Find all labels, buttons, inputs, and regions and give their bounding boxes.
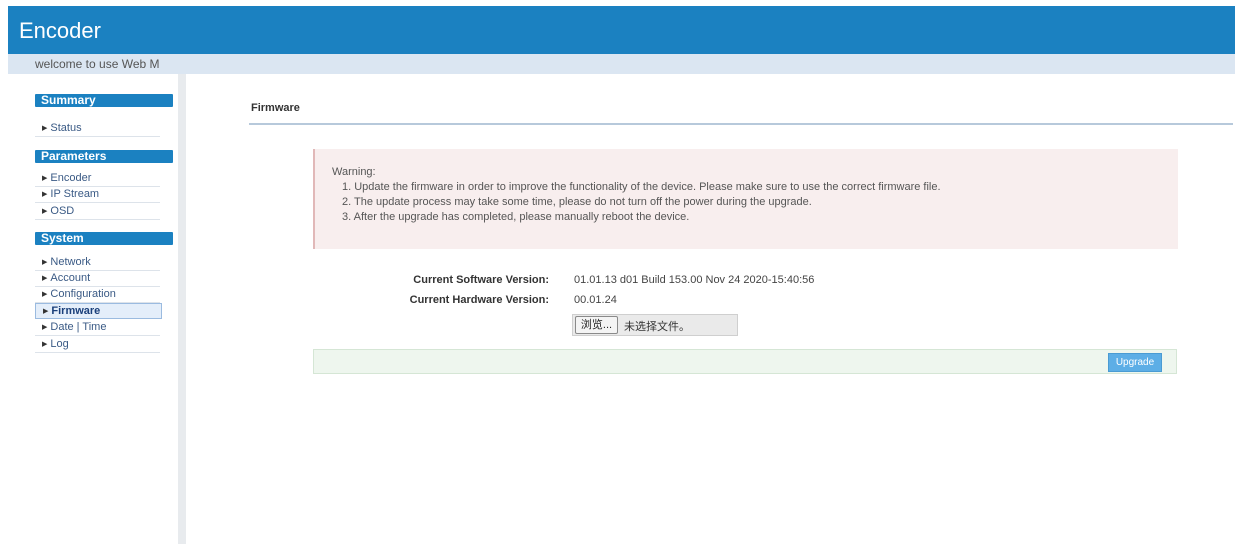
section-system: System	[35, 232, 173, 245]
warning-line-2: 2. The update process may take some time…	[342, 196, 812, 208]
sidebar-item-account[interactable]: ▶ Account	[35, 271, 160, 287]
sidebar-item-label: Firmware	[51, 305, 101, 317]
triangle-right-icon: ▶	[42, 259, 48, 266]
header: Encoder	[8, 6, 1235, 54]
sidebar-item-label: Encoder	[50, 172, 92, 184]
sidebar-item-osd[interactable]: ▶ OSD	[35, 204, 160, 220]
hardware-version-value: 00.01.24	[574, 294, 617, 306]
sidebar-item-encoder[interactable]: ▶ Encoder	[35, 171, 160, 187]
warning-box: Warning: 1. Update the firmware in order…	[313, 149, 1178, 249]
triangle-right-icon: ▶	[42, 291, 48, 298]
warning-line-1: 1. Update the firmware in order to impro…	[342, 181, 941, 193]
triangle-right-icon: ▶	[42, 208, 48, 215]
sidebar-item-label: Status	[50, 122, 82, 134]
page-title: Firmware	[251, 102, 300, 114]
sidebar-item-network[interactable]: ▶ Network	[35, 255, 160, 271]
warning-title: Warning:	[332, 166, 376, 178]
sidebar-item-label: IP Stream	[50, 188, 100, 200]
triangle-right-icon: ▶	[42, 324, 48, 331]
sidebar-item-date-time[interactable]: ▶ Date | Time	[35, 320, 160, 336]
triangle-right-icon: ▶	[42, 175, 48, 182]
software-version-value: 01.01.13 d01 Build 153.00 Nov 24 2020-15…	[574, 274, 815, 286]
app-title: Encoder	[19, 18, 101, 43]
file-status-text: 未选择文件。	[624, 321, 690, 333]
sidebar-item-label: Configuration	[50, 288, 116, 300]
sidebar-item-label: OSD	[50, 205, 75, 217]
firmware-file-input[interactable]: 浏览... 未选择文件。	[572, 314, 738, 336]
welcome-text: welcome to use Web M	[35, 57, 160, 71]
sidebar-item-status[interactable]: ▶ Status	[35, 121, 160, 137]
sidebar-item-configuration[interactable]: ▶ Configuration	[35, 287, 160, 303]
section-summary: Summary	[35, 94, 173, 107]
software-version-label: Current Software Version:	[413, 274, 549, 286]
sidebar-item-ip-stream[interactable]: ▶ IP Stream	[35, 187, 160, 203]
upgrade-button[interactable]: Upgrade	[1108, 353, 1162, 372]
warning-line-3: 3. After the upgrade has completed, plea…	[342, 211, 690, 223]
triangle-right-icon: ▶	[42, 125, 48, 132]
sidebar-item-label: Log	[50, 338, 69, 350]
section-parameters: Parameters	[35, 150, 173, 163]
browse-button[interactable]: 浏览...	[575, 316, 618, 334]
sidebar: Summary ▶ Status Parameters ▶ Encoder ▶ IP …	[8, 74, 186, 544]
sidebar-item-log[interactable]: ▶ Log	[35, 337, 160, 353]
sidebar-item-label: Network	[50, 256, 91, 268]
triangle-right-icon: ▶	[42, 341, 48, 348]
triangle-right-icon: ▶	[42, 275, 48, 282]
sidebar-item-label: Date | Time	[50, 321, 107, 333]
hardware-version-label: Current Hardware Version:	[409, 294, 549, 306]
triangle-right-icon: ▶	[42, 191, 48, 198]
sidebar-item-firmware[interactable]: ▶ Firmware	[35, 303, 162, 319]
welcome-bar: welcome to use Web M	[8, 54, 1235, 74]
sidebar-item-label: Account	[50, 272, 91, 284]
triangle-right-icon: ▶	[43, 308, 49, 315]
title-divider	[249, 123, 1233, 125]
action-bar: Upgrade	[313, 349, 1177, 374]
